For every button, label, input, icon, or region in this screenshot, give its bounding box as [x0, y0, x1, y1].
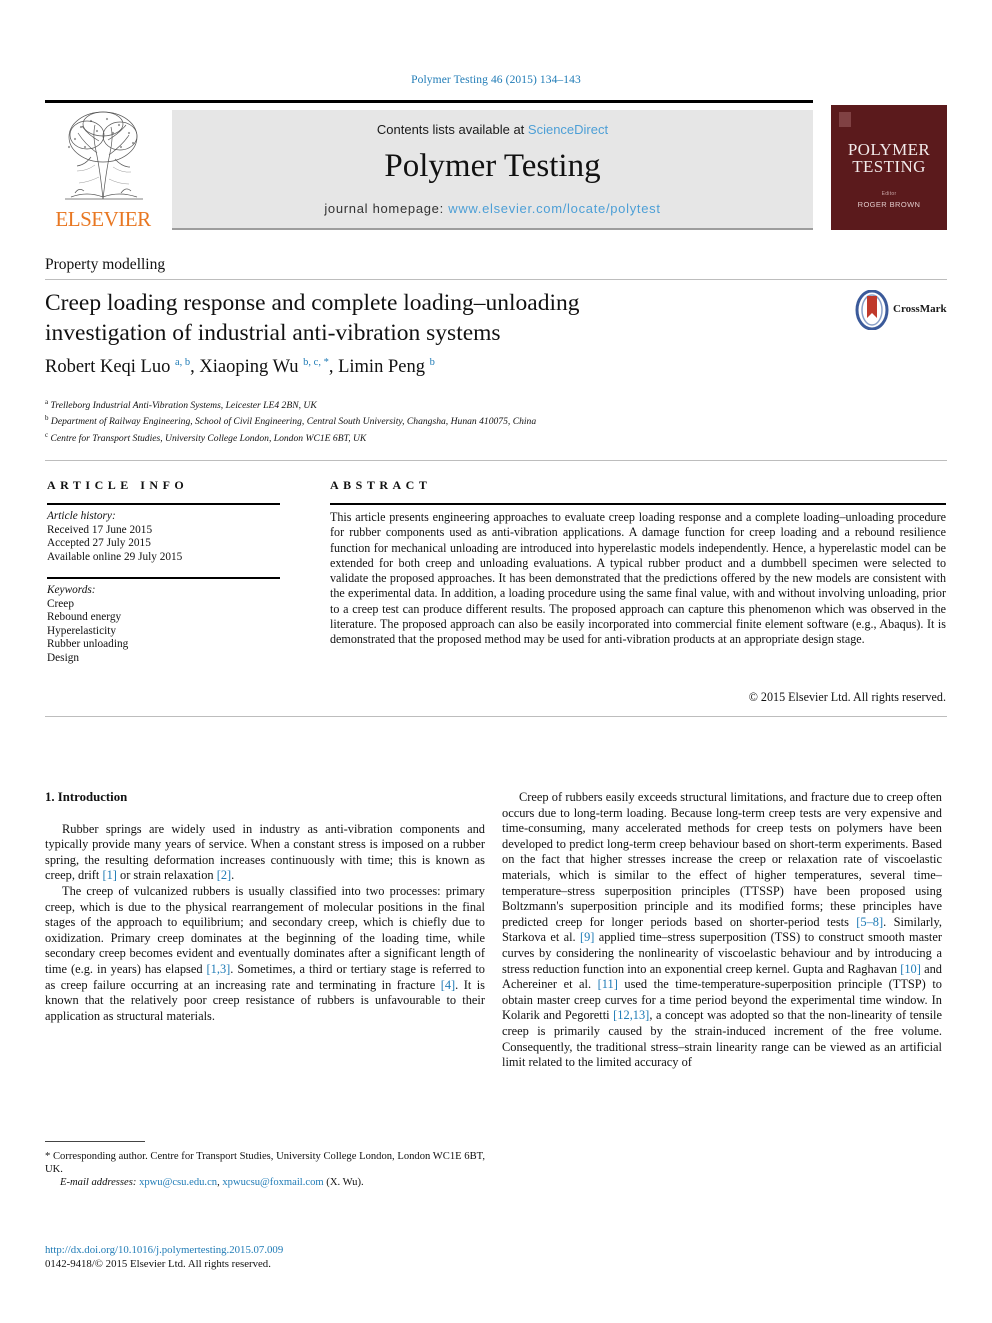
citation-link[interactable]: [2]: [217, 868, 231, 882]
affiliation-item: b Department of Railway Engineering, Sch…: [45, 412, 785, 428]
footnote-block: * Corresponding author. Centre for Trans…: [45, 1150, 485, 1189]
article-history-label: Article history:: [47, 510, 116, 522]
citation-link[interactable]: [12,13]: [613, 1008, 649, 1022]
crossmark-icon: [855, 290, 889, 330]
article-title-line2: investigation of industrial anti-vibrati…: [45, 320, 501, 346]
keyword-item: Rubber unloading: [47, 638, 129, 651]
keyword-item: Design: [47, 651, 80, 664]
affiliation-text: Centre for Transport Studies, University…: [50, 433, 367, 445]
journal-homepage-link[interactable]: www.elsevier.com/locate/polytest: [448, 201, 660, 216]
abstract-text: This article presents engineering approa…: [330, 510, 946, 647]
affiliation-mark: a: [45, 398, 49, 406]
email-link-secondary[interactable]: xpwucsu@foxmail.com: [222, 1177, 323, 1188]
history-item: Accepted 27 July 2015: [47, 537, 151, 550]
email-owner: (X. Wu).: [326, 1177, 364, 1188]
author-affil-mark[interactable]: b, c, *: [303, 357, 329, 368]
affiliation-text: Trelleborg Industrial Anti-Vibration Sys…: [50, 400, 317, 412]
affiliation-item: a Trelleborg Industrial Anti-Vibration S…: [45, 396, 785, 412]
keywords-label: Keywords:: [47, 584, 96, 596]
abstract-rule: [330, 503, 946, 505]
contents-available-line: Contents lists available at ScienceDirec…: [172, 122, 813, 137]
history-item: Received 17 June 2015: [47, 523, 153, 536]
citation-link[interactable]: [1]: [102, 868, 116, 882]
abstract-heading: ABSTRACT: [330, 478, 432, 492]
crossmark-label: CrossMark: [893, 303, 947, 315]
doi-block: http://dx.doi.org/10.1016/j.polymertesti…: [45, 1243, 485, 1271]
section-divider: [45, 279, 947, 280]
introduction-heading: 1. Introduction: [45, 790, 128, 804]
citation-link[interactable]: [5–8]: [856, 915, 883, 929]
history-item: Available online 29 July 2015: [47, 550, 183, 563]
info-bottom-divider: [45, 716, 947, 717]
email-link-primary[interactable]: xpwu@csu.edu.cn: [139, 1177, 217, 1188]
citation-link[interactable]: [11]: [598, 977, 618, 991]
elsevier-logo: ELSEVIER: [45, 107, 161, 232]
cover-title-line2: TESTING: [852, 157, 926, 176]
keyword-item: Rebound energy: [47, 611, 122, 624]
citation-link[interactable]: [9]: [580, 930, 594, 944]
body-column-right: Creep of rubbers easily exceeds structur…: [502, 790, 942, 1071]
info-rule-keywords: [47, 577, 280, 579]
elsevier-tree-icon: [47, 107, 159, 207]
page-title: Creep loading response and complete load…: [45, 288, 735, 348]
article-section-label: Property modelling: [45, 256, 166, 273]
corresponding-author-note: * Corresponding author. Centre for Trans…: [45, 1151, 485, 1175]
masthead-top-rule: [45, 100, 813, 103]
elsevier-wordmark: ELSEVIER: [55, 207, 151, 231]
info-top-divider: [45, 460, 947, 461]
email-line: E-mail addresses: xpwu@csu.edu.cn, xpwuc…: [45, 1176, 485, 1189]
journal-homepage-line: journal homepage: www.elsevier.com/locat…: [172, 201, 813, 216]
article-title-line1: Creep loading response and complete load…: [45, 290, 580, 316]
cover-editor-label: Editor: [881, 191, 897, 197]
contents-band: Contents lists available at ScienceDirec…: [172, 110, 813, 230]
cover-editor-name: ROGER BROWN: [857, 200, 921, 209]
journal-masthead: ELSEVIER Contents lists available at Sci…: [45, 100, 947, 232]
info-rule-history: [47, 503, 280, 505]
author-list: Robert Keqi Luo a, b, Xiaoping Wu b, c, …: [45, 357, 435, 378]
affiliation-list: a Trelleborg Industrial Anti-Vibration S…: [45, 396, 785, 445]
article-info-heading: ARTICLE INFO: [47, 478, 189, 492]
issn-copyright: 0142-9418/© 2015 Elsevier Ltd. All right…: [45, 1258, 271, 1270]
affiliation-item: c Centre for Transport Studies, Universi…: [45, 429, 785, 445]
affiliation-text: Department of Railway Engineering, Schoo…: [50, 416, 537, 428]
sciencedirect-link[interactable]: ScienceDirect: [528, 122, 608, 137]
affiliation-mark: b: [45, 414, 49, 423]
body-column-left: 1. Introduction Rubber springs are widel…: [45, 790, 485, 1024]
contents-prefix: Contents lists available at: [376, 122, 528, 137]
doi-link[interactable]: http://dx.doi.org/10.1016/j.polymertesti…: [45, 1243, 485, 1257]
body-paragraph: The creep of vulcanized rubbers is usual…: [45, 883, 486, 1023]
body-paragraph: Creep of rubbers easily exceeds structur…: [502, 790, 942, 1070]
body-paragraph: Rubber springs are widely used in indust…: [45, 821, 485, 883]
article-history-block: Article history: Received 17 June 2015 A…: [47, 510, 287, 564]
abstract-copyright: © 2015 Elsevier Ltd. All rights reserved…: [748, 690, 946, 704]
citation-link[interactable]: [10]: [900, 962, 921, 976]
cover-elsevier-mini-icon: [839, 112, 851, 127]
running-head: Polymer Testing 46 (2015) 134–143: [411, 74, 581, 86]
citation-link[interactable]: [1,3]: [207, 962, 231, 976]
crossmark-badge[interactable]: CrossMark: [855, 290, 947, 332]
footnote-divider: [45, 1141, 145, 1142]
cover-title: POLYMER TESTING: [831, 141, 947, 175]
author-affil-mark[interactable]: a, b: [175, 357, 190, 368]
journal-cover-thumbnail: POLYMER TESTING Editor ROGER BROWN: [831, 105, 947, 230]
keyword-item: Hyperelasticity: [47, 624, 117, 637]
citation-link[interactable]: [4]: [441, 978, 455, 992]
affiliation-mark: c: [45, 430, 49, 439]
email-label: E-mail addresses:: [60, 1177, 137, 1188]
author-affil-mark[interactable]: b: [430, 357, 435, 368]
keywords-block: Keywords: Creep Rebound energy Hyperelas…: [47, 584, 287, 666]
journal-title: Polymer Testing: [384, 148, 601, 184]
journal-article-page: Polymer Testing 46 (2015) 134–143 ELSEVI…: [0, 0, 992, 1323]
keyword-item: Creep: [47, 597, 74, 610]
homepage-prefix: journal homepage:: [324, 201, 449, 216]
